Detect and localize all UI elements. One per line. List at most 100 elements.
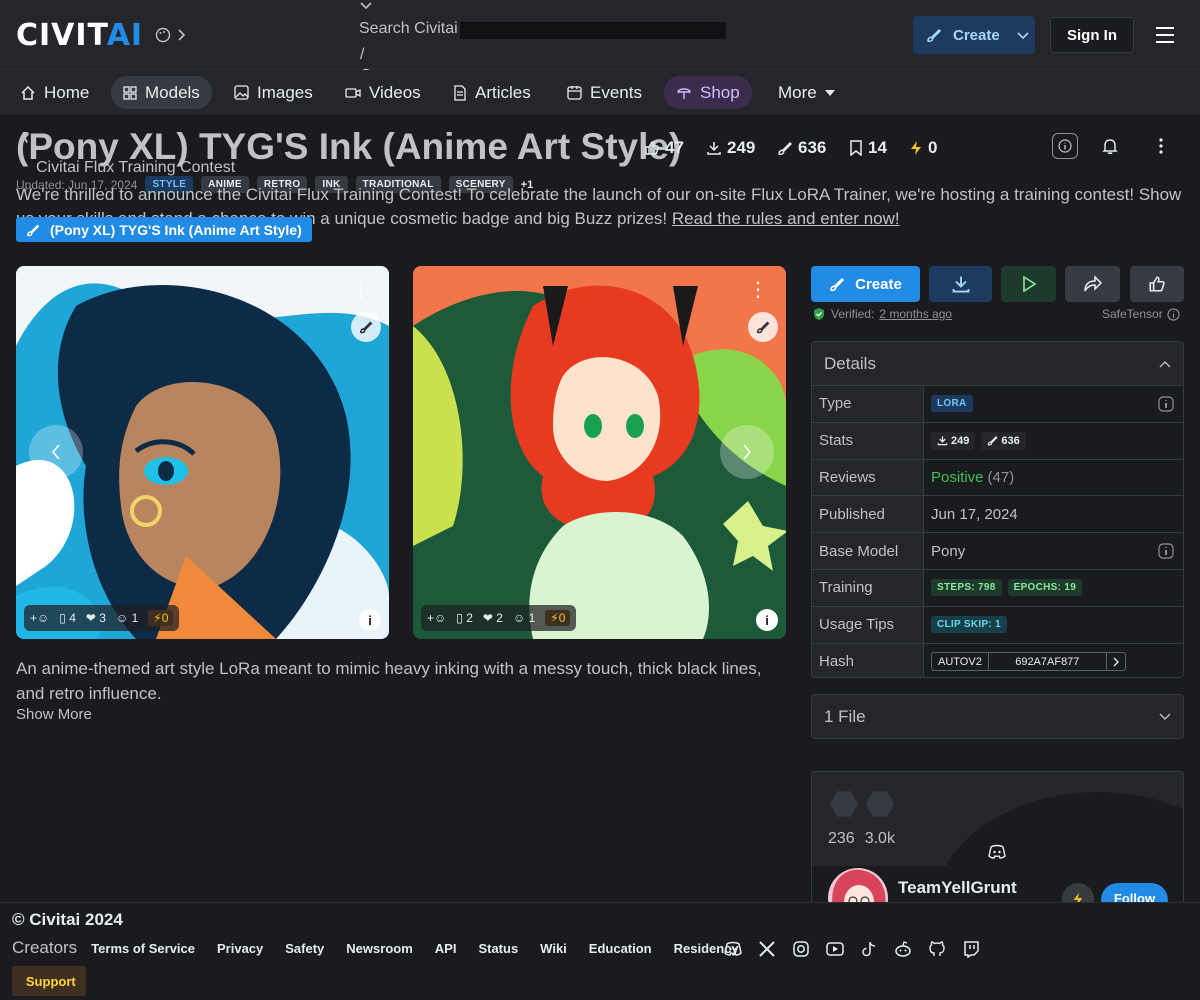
footer-link-safety[interactable]: Safety [285, 941, 324, 956]
heart-count[interactable]: ❤ 2 [483, 611, 503, 625]
instagram-icon[interactable] [792, 940, 810, 958]
nav-events[interactable]: Events [555, 76, 654, 109]
epochs-pill: EPOCHS: 19 [1007, 579, 1083, 597]
nav-articles[interactable]: Articles [441, 76, 543, 109]
detail-row-type: Type LORA [812, 386, 1183, 423]
x-twitter-icon[interactable] [758, 940, 776, 958]
twitch-icon[interactable] [962, 940, 980, 958]
reddit-icon[interactable] [894, 940, 912, 958]
buzz-tip[interactable]: ⚡0 [148, 610, 174, 626]
discord-icon[interactable] [724, 940, 742, 958]
carousel-prev-button[interactable] [29, 425, 83, 479]
info-icon[interactable] [1167, 307, 1180, 321]
generate-badge[interactable] [351, 312, 381, 342]
contest-link[interactable]: Read the rules and enter now! [672, 209, 900, 228]
image-info-icon[interactable]: i [756, 609, 778, 631]
youtube-icon[interactable] [826, 940, 844, 958]
chevron-down-icon[interactable] [360, 2, 372, 10]
image-info-icon[interactable]: i [359, 609, 381, 631]
kebab-icon [1159, 138, 1163, 154]
sign-in-button[interactable]: Sign In [1050, 17, 1134, 53]
info-button[interactable] [1052, 133, 1078, 159]
detail-row-published: Published Jun 17, 2024 [812, 496, 1183, 534]
show-more-link[interactable]: Show More [16, 706, 92, 723]
nav-videos[interactable]: Videos [333, 76, 433, 109]
palette-icon [155, 27, 171, 43]
play-button[interactable] [1001, 266, 1056, 302]
comment-count[interactable]: ▯ 2 [456, 611, 473, 625]
hash-value[interactable]: 692A7AF877 [989, 653, 1107, 671]
heart-count[interactable]: ❤ 3 [86, 611, 106, 625]
info-icon[interactable] [1158, 396, 1174, 412]
reviews-sentiment[interactable]: Positive [931, 469, 984, 486]
discord-icon[interactable] [988, 844, 1006, 860]
share-button[interactable] [1065, 266, 1120, 302]
theme-toggle[interactable] [155, 27, 186, 43]
kebab-icon[interactable]: ⋮ [351, 280, 371, 300]
menu-icon[interactable] [1155, 26, 1175, 44]
creator-name[interactable]: TeamYellGrunt [898, 878, 1017, 898]
footer-link-privacy[interactable]: Privacy [217, 941, 263, 956]
stat-likes: 47 [644, 138, 684, 158]
hash-type[interactable]: AUTOV2 [932, 653, 989, 671]
like-button[interactable] [1130, 266, 1184, 302]
info-icon[interactable] [1158, 543, 1174, 559]
detail-label: Training [812, 569, 924, 606]
footer-link-education[interactable]: Education [589, 941, 652, 956]
notify-button[interactable] [1097, 133, 1123, 159]
stat-bookmarks[interactable]: 14 [849, 138, 887, 158]
laugh-count[interactable]: ☺ 1 [116, 611, 138, 625]
nav-home[interactable]: Home [8, 76, 101, 109]
detail-label: Type [812, 386, 924, 422]
badge-hex [866, 791, 894, 817]
generate-badge[interactable] [748, 312, 778, 342]
model-version-pill[interactable]: (Pony XL) TYG'S Ink (Anime Art Style) [16, 217, 312, 242]
carousel-next-button[interactable] [720, 425, 774, 479]
files-accordion[interactable]: 1 File [811, 694, 1184, 739]
footer-link-terms[interactable]: Terms of Service [91, 941, 195, 956]
image-icon [234, 85, 249, 100]
nav-models[interactable]: Models [111, 76, 212, 109]
shop-icon [677, 87, 691, 99]
civitai-logo[interactable]: CIVITAI [16, 18, 186, 53]
tiktok-icon[interactable] [860, 940, 878, 958]
nav-more[interactable]: More [766, 76, 847, 109]
footer-link-wiki[interactable]: Wiki [540, 941, 567, 956]
verified-label: Verified: [831, 307, 875, 321]
add-reaction-button[interactable]: +☺ [427, 611, 446, 625]
search-box[interactable]: Search Civitai / [358, 0, 728, 82]
chevron-up-icon [1159, 360, 1171, 367]
hash-box[interactable]: AUTOV2 692A7AF877 [931, 652, 1126, 672]
github-icon[interactable] [928, 940, 946, 958]
brush-icon [27, 224, 40, 236]
hash-next-button[interactable] [1107, 653, 1125, 670]
home-icon [21, 85, 35, 100]
verified-date-link[interactable]: 2 months ago [879, 307, 952, 321]
nav-shop[interactable]: Shop [664, 76, 752, 109]
search-input[interactable]: Search Civitai [359, 20, 727, 38]
create-button[interactable]: Create [913, 16, 1035, 54]
footer-link-creators[interactable]: Creators [12, 938, 77, 958]
footer-link-api[interactable]: API [435, 941, 457, 956]
laugh-count[interactable]: ☺ 1 [513, 611, 535, 625]
sidebar-create-button[interactable]: Create [811, 266, 920, 302]
brush-icon [756, 321, 770, 334]
support-button[interactable]: Support [12, 966, 86, 996]
comment-count[interactable]: ▯ 4 [59, 611, 76, 625]
download-button[interactable] [929, 266, 992, 302]
add-reaction-button[interactable]: +☺ [30, 611, 49, 625]
safetensor-badge: SafeTensor [1102, 307, 1180, 321]
buzz-tip[interactable]: ⚡0 [545, 610, 571, 626]
kebab-icon[interactable]: ⋮ [748, 280, 768, 300]
stat-buzz[interactable]: 0 [909, 138, 937, 158]
details-header[interactable]: Details [812, 342, 1183, 386]
thumb-up-icon [1149, 276, 1165, 292]
nav-images[interactable]: Images [222, 76, 325, 109]
detail-row-usage-tips: Usage Tips CLIP SKIP: 1 [812, 606, 1183, 644]
footer-link-status[interactable]: Status [478, 941, 518, 956]
more-options-button[interactable] [1148, 133, 1174, 159]
caret-down-icon [824, 89, 835, 96]
footer-link-newsroom[interactable]: Newsroom [346, 941, 412, 956]
contest-close-button[interactable]: ✗ [18, 130, 31, 150]
chevron-left-icon [51, 444, 60, 460]
